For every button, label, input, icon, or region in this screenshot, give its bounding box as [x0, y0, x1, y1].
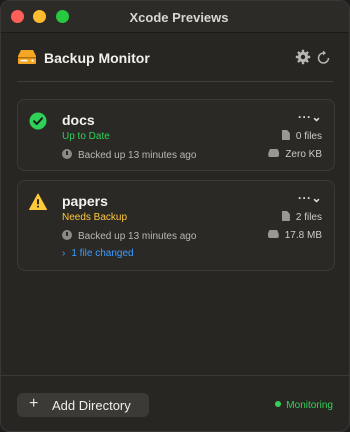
changes-disclosure[interactable]: › 1 file changed: [62, 248, 134, 259]
window-title: Xcode Previews: [129, 10, 229, 25]
app-header: Backup Monitor: [17, 45, 333, 71]
header-divider: [17, 81, 333, 82]
app-title: Backup Monitor: [44, 50, 150, 66]
footer-divider: [1, 375, 349, 376]
last-backup: Backed up 13 minutes ago: [62, 149, 196, 161]
app-window: Xcode Previews Backup Monitor docs Up to…: [0, 0, 350, 432]
last-backup: Backed up 13 minutes ago: [62, 230, 196, 242]
status-label: Up to Date: [62, 131, 110, 142]
monitoring-label: Monitoring: [286, 400, 333, 411]
plus-icon: +: [29, 395, 39, 412]
warning-triangle-icon: [29, 193, 47, 210]
refresh-icon[interactable]: [317, 49, 331, 65]
gear-icon[interactable]: [295, 49, 311, 65]
clock-icon: [62, 149, 72, 159]
more-menu-button[interactable]: ···⌄: [298, 110, 322, 124]
disk-icon: [268, 149, 280, 157]
directory-name: papers: [62, 193, 108, 209]
file-count: 2 files: [281, 211, 322, 223]
status-label: Needs Backup: [62, 212, 128, 223]
last-backup-text: Backed up 13 minutes ago: [78, 231, 197, 242]
file-count-text: 2 files: [295, 212, 322, 223]
directory-name: docs: [62, 112, 95, 128]
add-directory-button[interactable]: + Add Directory: [17, 393, 149, 417]
chevron-right-icon: ›: [62, 248, 66, 259]
document-icon: [281, 130, 290, 140]
last-backup-text: Backed up 13 minutes ago: [78, 150, 197, 161]
file-count-text: 0 files: [295, 131, 322, 142]
directory-size-text: Zero KB: [285, 149, 322, 160]
directory-card-docs: docs Up to Date Backed up 13 minutes ago…: [17, 99, 335, 171]
add-directory-label: Add Directory: [52, 398, 131, 413]
directory-size: Zero KB: [268, 149, 322, 160]
drive-icon: [18, 50, 36, 64]
directory-card-papers: papers Needs Backup Backed up 13 minutes…: [17, 180, 335, 271]
more-menu-button[interactable]: ···⌄: [298, 191, 322, 205]
document-icon: [281, 211, 290, 221]
directory-size: 17.8 MB: [267, 230, 322, 241]
file-count: 0 files: [281, 130, 322, 142]
monitoring-status: Monitoring: [275, 400, 333, 411]
clock-icon: [62, 230, 72, 240]
checkmark-circle-icon: [29, 112, 47, 130]
changes-text: 1 file changed: [71, 248, 134, 259]
title-bar: Xcode Previews: [1, 1, 349, 33]
disk-icon: [267, 230, 279, 238]
directory-size-text: 17.8 MB: [284, 230, 322, 241]
status-dot-icon: [275, 401, 282, 407]
